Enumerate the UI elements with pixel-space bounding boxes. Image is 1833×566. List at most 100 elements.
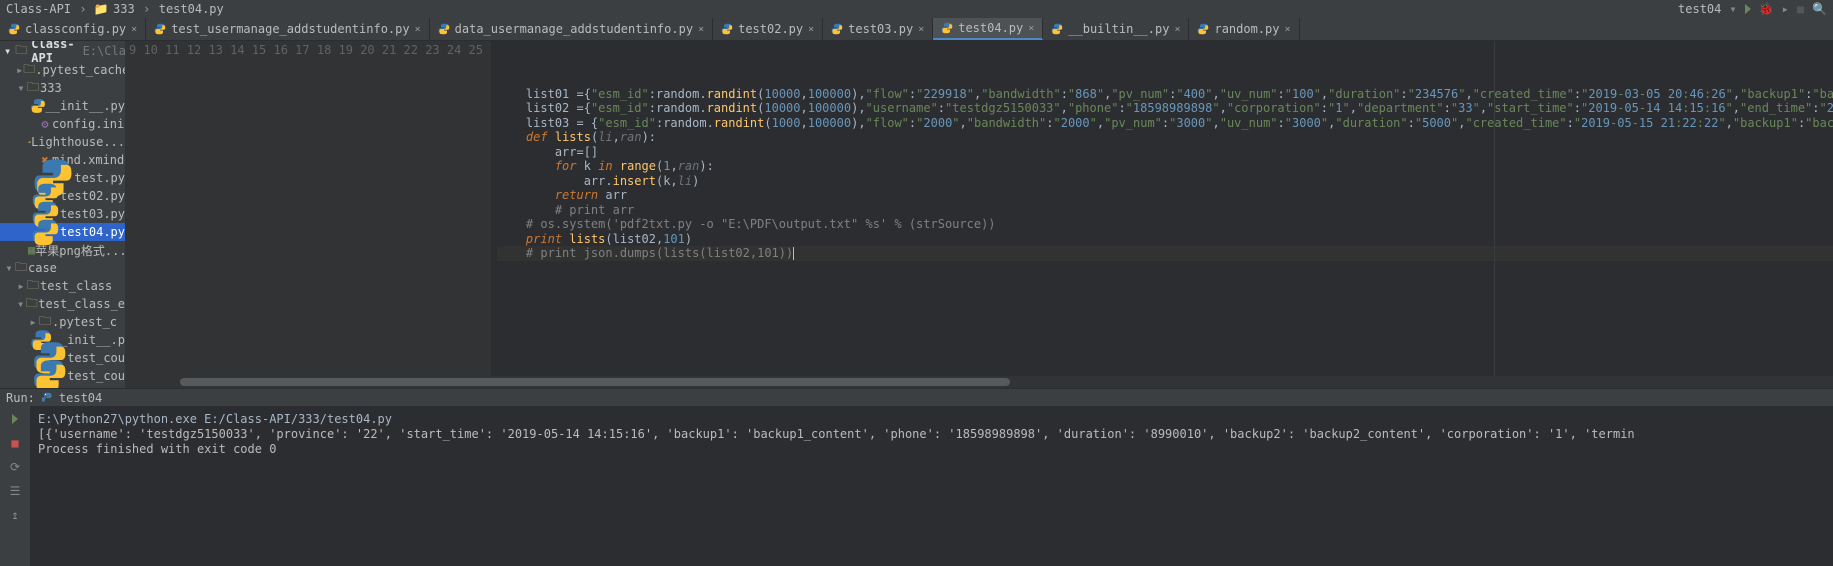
tree-label: test_class xyxy=(40,279,112,293)
tree-item[interactable]: Lighthouse... xyxy=(0,133,125,151)
chevron-right-icon: › xyxy=(141,3,153,15)
expand-icon[interactable]: ▾ xyxy=(16,81,26,95)
tab-test03-py[interactable]: test03.py × xyxy=(823,18,933,40)
tree-item[interactable]: ▸🗀.pytest_c xyxy=(0,313,125,331)
tree-item[interactable]: test02.py xyxy=(0,187,125,205)
tab-test02-py[interactable]: test02.py × xyxy=(713,18,823,40)
close-icon[interactable]: × xyxy=(415,24,421,35)
tree-item[interactable]: test_cou xyxy=(0,367,125,385)
folder-icon: 🗀 xyxy=(25,294,38,315)
breadcrumb-bar: Class-API › 📁 333 › test04.py test04 ▾ 🐞… xyxy=(0,0,1833,18)
tree-item[interactable]: ▾🗀test_class_e xyxy=(0,295,125,313)
tab-__builtin__-py[interactable]: __builtin__.py × xyxy=(1043,18,1189,40)
tree-label: test_class_e xyxy=(38,297,125,311)
tab-label: test03.py xyxy=(848,22,913,36)
line-gutter: 9 10 11 12 13 14 15 16 17 18 19 20 21 22… xyxy=(125,41,491,376)
search-icon[interactable]: 🔍 xyxy=(1812,2,1827,16)
debug-icon[interactable]: 🐞 xyxy=(1759,2,1774,16)
run-tab-name[interactable]: test04 xyxy=(59,391,102,405)
close-icon[interactable]: × xyxy=(1028,23,1034,34)
expand-icon[interactable]: ▸ xyxy=(16,63,23,77)
expand-icon[interactable]: ▾ xyxy=(16,297,25,311)
horizontal-scrollbar[interactable] xyxy=(125,376,1833,388)
tree-label: .pytest_c xyxy=(52,315,117,329)
tree-label: test03.py xyxy=(60,207,125,221)
tree-label: .pytest_cache xyxy=(35,63,125,77)
tree-item[interactable]: ▾🗀333 xyxy=(0,79,125,97)
expand-icon[interactable]: ▸ xyxy=(28,315,38,329)
image-icon: ▦ xyxy=(28,243,35,257)
tree-item[interactable]: test04.py xyxy=(0,223,125,241)
tab-test_usermanage_addstudentinfo-py[interactable]: test_usermanage_addstudentinfo.py × xyxy=(146,18,429,40)
layout-icon[interactable]: ☰ xyxy=(6,482,24,500)
run-icon[interactable] xyxy=(1745,4,1751,14)
project-tool-window: ▾ 🗀 Class-API E:\Class ▸🗀.pytest_cache▾🗀… xyxy=(0,41,125,388)
editor-tabs: classconfig.py×test_usermanage_addstuden… xyxy=(0,18,1833,41)
tree-label: 苹果png格式... xyxy=(35,242,125,259)
close-icon[interactable]: × xyxy=(1285,24,1291,35)
run-console[interactable]: E:\Python27\python.exe E:/Class-API/333/… xyxy=(30,406,1833,566)
close-icon[interactable]: × xyxy=(131,24,137,35)
tree-label: test_cou xyxy=(67,351,125,365)
tree-label: test02.py xyxy=(60,189,125,203)
scrollbar-thumb[interactable] xyxy=(180,378,1010,386)
tree-label: 333 xyxy=(40,81,62,95)
tree-label: test04.py xyxy=(60,225,125,239)
close-icon[interactable]: × xyxy=(1174,24,1180,35)
expand-icon[interactable]: ▾ xyxy=(4,261,14,275)
tree-label: case xyxy=(28,261,57,275)
close-icon[interactable]: × xyxy=(698,24,704,35)
tab-classconfig-py[interactable]: classconfig.py × xyxy=(0,18,146,40)
tree-label: test_cou xyxy=(67,369,125,383)
project-folder-icon: 🗀 xyxy=(15,41,27,62)
more-icon[interactable]: ▸ xyxy=(1782,2,1789,16)
chevron-right-icon: › xyxy=(77,3,89,15)
rerun-icon[interactable] xyxy=(6,410,24,428)
collapse-icon[interactable]: ▾ xyxy=(4,44,11,58)
tree-item[interactable]: ▦苹果png格式... xyxy=(0,241,125,259)
file-label: test04.py xyxy=(159,2,224,16)
restart-icon[interactable]: ⟳ xyxy=(6,458,24,476)
tab-random-py[interactable]: random.py × xyxy=(1189,18,1299,40)
tree-item[interactable]: test.py xyxy=(0,169,125,187)
tree-item[interactable]: __init__.py xyxy=(0,97,125,115)
tree-label: config.ini xyxy=(52,117,124,131)
tab-test04-py[interactable]: test04.py × xyxy=(933,18,1043,40)
tree-item[interactable]: test03.py xyxy=(0,205,125,223)
run-toolbar: ■ ⟳ ☰ ↥ xyxy=(0,406,30,566)
folder-icon: 📁 xyxy=(95,3,107,15)
tab-label: classconfig.py xyxy=(25,22,126,36)
tab-label: test04.py xyxy=(958,21,1023,35)
python-icon xyxy=(41,392,53,404)
stop-icon[interactable]: ■ xyxy=(6,434,24,452)
tree-label: __init__.py xyxy=(46,99,125,113)
tree-item[interactable]: ▸🗀.pytest_cache xyxy=(0,61,125,79)
tab-label: __builtin__.py xyxy=(1068,22,1169,36)
folder-icon: 🗀 xyxy=(26,78,40,99)
expand-icon[interactable]: ▸ xyxy=(16,279,26,293)
project-tree: ▸🗀.pytest_cache▾🗀333__init__.py⚙config.i… xyxy=(0,61,125,388)
tab-data_usermanage_addstudentinfo-py[interactable]: data_usermanage_addstudentinfo.py × xyxy=(430,18,713,40)
close-icon[interactable]: × xyxy=(918,24,924,35)
run-config-name[interactable]: test04 xyxy=(1678,2,1721,16)
tree-label: test.py xyxy=(74,171,125,185)
close-icon[interactable]: × xyxy=(808,24,814,35)
run-label: Run: xyxy=(6,391,35,405)
project-path: E:\Class xyxy=(83,44,125,58)
tree-item[interactable]: ⚙config.ini xyxy=(0,115,125,133)
tree-item[interactable]: ▸🗀test_class xyxy=(0,277,125,295)
tab-label: data_usermanage_addstudentinfo.py xyxy=(455,22,693,36)
run-tool-header: Run: test04 xyxy=(0,388,1833,406)
folder-label: 333 xyxy=(113,2,135,16)
stop-icon[interactable]: ■ xyxy=(1797,2,1804,16)
code-editor[interactable]: 9 10 11 12 13 14 15 16 17 18 19 20 21 22… xyxy=(125,41,1833,388)
dropdown-icon[interactable]: ▾ xyxy=(1729,2,1736,16)
up-icon[interactable]: ↥ xyxy=(6,506,24,524)
tab-label: test02.py xyxy=(738,22,803,36)
tab-label: test_usermanage_addstudentinfo.py xyxy=(171,22,409,36)
project-label: Class-API xyxy=(6,2,71,16)
tree-item[interactable]: ▾🗀case xyxy=(0,259,125,277)
tab-label: random.py xyxy=(1214,22,1279,36)
code-area[interactable]: list01 ={"esm_id":random.randint(10000,1… xyxy=(491,41,1833,376)
tree-label: Lighthouse... xyxy=(31,135,125,149)
